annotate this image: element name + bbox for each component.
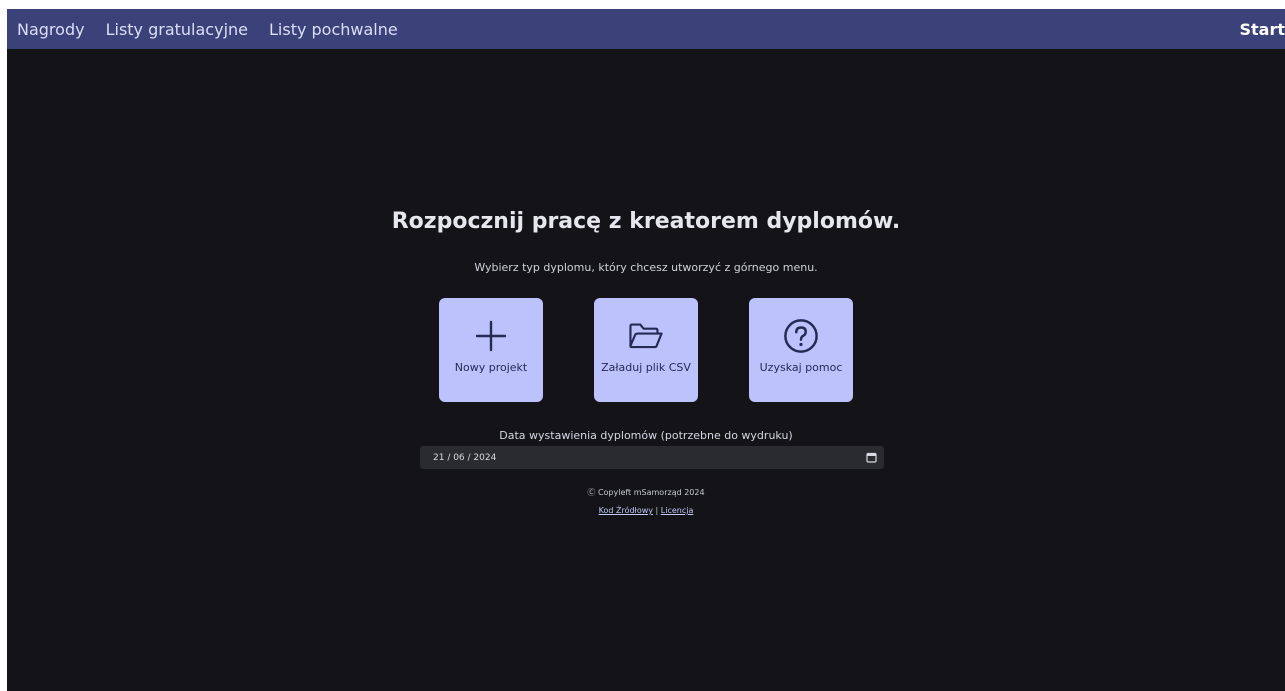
brand-start-link[interactable]: Start (1239, 9, 1285, 49)
nav-item-nagrody[interactable]: Nagrody (17, 20, 85, 39)
page-subtitle: Wybierz typ dyplomu, który chcesz utworz… (474, 261, 818, 274)
nav-item-listy-gratulacyjne[interactable]: Listy gratulacyjne (106, 20, 248, 39)
get-help-button[interactable]: Uzyskaj pomoc (749, 298, 853, 402)
main-content: Rozpocznij pracę z kreatorem dyplomów. W… (7, 49, 1285, 691)
nav-item-listy-pochwalne[interactable]: Listy pochwalne (269, 20, 398, 39)
top-navbar: Nagrody Listy gratulacyjne Listy pochwal… (7, 9, 1285, 49)
plus-icon (473, 318, 509, 354)
load-csv-label: Załaduj plik CSV (601, 361, 691, 374)
copyright-text: Ⓒ Copyleft mSamorząd 2024 (587, 488, 705, 497)
footer-links: Kod Źródłowy | Licencja (7, 506, 1285, 515)
action-cards: Nowy projekt Załaduj plik CSV Uzyskaj po… (7, 298, 1285, 402)
link-separator: | (655, 506, 659, 515)
folder-open-icon (628, 318, 664, 354)
page-title: Rozpocznij pracę z kreatorem dyplomów. (391, 209, 901, 234)
calendar-icon[interactable] (866, 448, 877, 467)
main-menu: Nagrody Listy gratulacyjne Listy pochwal… (7, 20, 398, 39)
source-code-link[interactable]: Kod Źródłowy (599, 506, 653, 515)
get-help-label: Uzyskaj pomoc (759, 361, 843, 374)
new-project-button[interactable]: Nowy projekt (439, 298, 543, 402)
issue-date-label: Data wystawienia dyplomów (potrzebne do … (499, 429, 793, 442)
license-link[interactable]: Licencja (661, 506, 694, 515)
new-project-label: Nowy projekt (454, 361, 528, 374)
issue-date-value: 21 / 06 / 2024 (433, 452, 497, 463)
help-circle-icon (783, 318, 819, 354)
app-window: Nagrody Listy gratulacyjne Listy pochwal… (7, 9, 1285, 691)
load-csv-button[interactable]: Załaduj plik CSV (594, 298, 698, 402)
issue-date-input[interactable]: 21 / 06 / 2024 (420, 446, 884, 469)
